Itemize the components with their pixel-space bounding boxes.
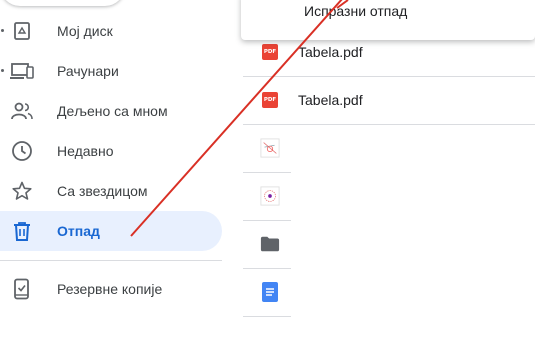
sidebar-item-starred[interactable]: Са звездицом — [0, 171, 222, 211]
sidebar-item-label: Рачунари — [57, 63, 119, 79]
sidebar-item-my-drive[interactable]: Мој диск — [0, 11, 222, 51]
new-button[interactable] — [0, 0, 125, 6]
google-doc-icon — [260, 282, 280, 302]
file-name: Tabela.pdf — [298, 44, 363, 60]
backups-icon — [10, 277, 34, 301]
bullet-dot — [1, 69, 4, 72]
file-row[interactable] — [243, 124, 535, 269]
sidebar-item-label: Отпад — [57, 223, 100, 239]
pdf-file-icon: PDF — [260, 90, 280, 110]
bullet-dot — [1, 29, 4, 32]
trash-context-menu: Испразни отпад — [241, 0, 535, 40]
sidebar-item-computers[interactable]: Рачунари — [0, 51, 222, 91]
sidebar-item-label: Са звездицом — [57, 183, 148, 199]
file-list: PDF Tabela.pdf PDF Tabela.pdf — [243, 0, 535, 338]
file-name: Tabela.pdf — [298, 92, 363, 108]
sidebar-item-label: Дељено са мном — [57, 103, 168, 119]
recent-clock-icon — [10, 139, 34, 163]
empty-trash-menu-item[interactable]: Испразни отпад — [304, 3, 407, 19]
computers-icon — [10, 59, 34, 83]
sidebar-item-backups[interactable]: Резервне копије — [0, 269, 222, 309]
sidebar-divider — [0, 260, 222, 261]
sidebar-item-label: Недавно — [57, 143, 114, 159]
sidebar: Мој диск Рачунари Дељено са мном Недавно… — [0, 0, 235, 330]
pdf-file-icon: PDF — [260, 42, 280, 62]
image-thumbnail-icon — [260, 138, 280, 158]
sidebar-item-recent[interactable]: Недавно — [0, 131, 222, 171]
trash-icon — [10, 219, 34, 243]
folder-icon — [260, 234, 280, 254]
content-placeholder — [291, 168, 535, 338]
my-drive-icon — [10, 19, 34, 43]
shared-with-me-icon — [10, 99, 34, 123]
sidebar-item-trash[interactable]: Отпад — [0, 211, 222, 251]
sidebar-item-shared-with-me[interactable]: Дељено са мном — [0, 91, 222, 131]
sidebar-item-label: Резервне копије — [57, 281, 163, 297]
sidebar-item-label: Мој диск — [57, 23, 113, 39]
image-thumbnail-icon — [260, 186, 280, 206]
file-row[interactable]: PDF Tabela.pdf — [243, 76, 535, 125]
star-icon — [10, 179, 34, 203]
